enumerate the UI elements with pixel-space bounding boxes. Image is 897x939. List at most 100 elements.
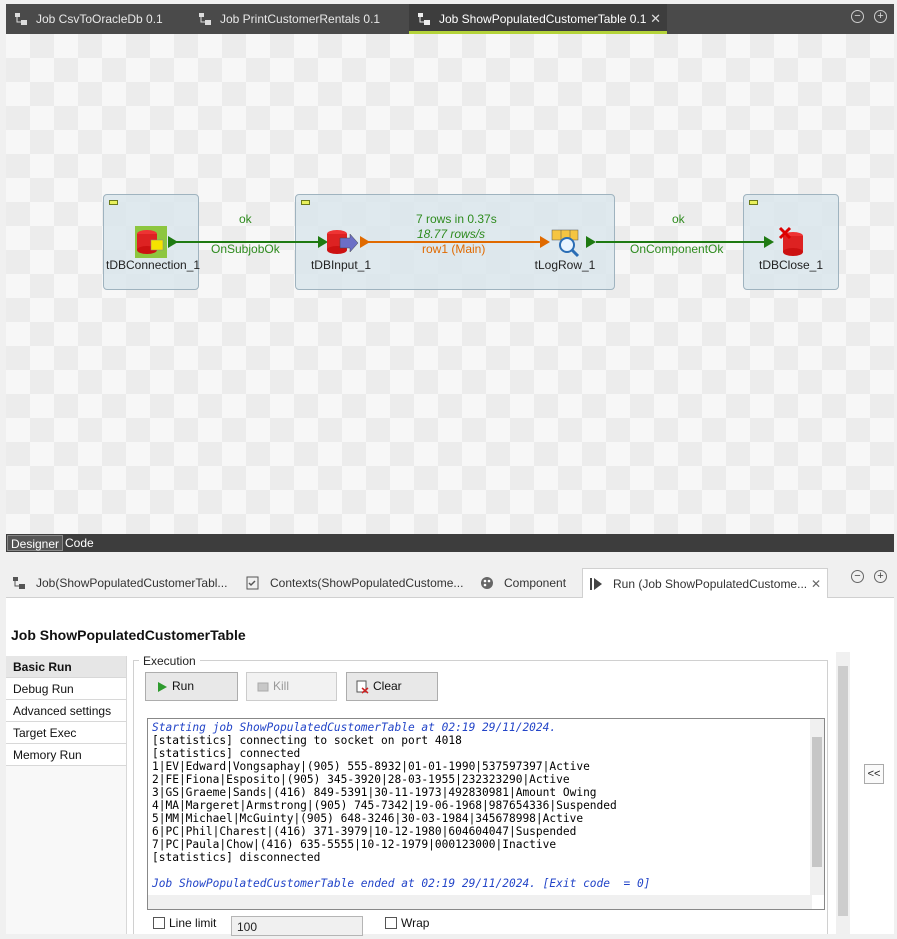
- kill-icon: [257, 682, 269, 692]
- tab-run[interactable]: Run (Job ShowPopulatedCustome... ✕: [582, 568, 828, 598]
- console-line: [statistics] connected: [152, 747, 301, 760]
- tab-label: Component: [504, 576, 567, 590]
- execution-legend: Execution: [139, 654, 200, 668]
- minimize-icon[interactable]: −: [851, 10, 864, 23]
- job-icon: [15, 13, 27, 25]
- component-label: tDBClose_1: [758, 258, 824, 272]
- clear-button[interactable]: Clear: [346, 672, 438, 701]
- run-job-title: Job ShowPopulatedCustomerTable: [11, 627, 246, 643]
- console-vertical-scrollbar[interactable]: [810, 719, 824, 895]
- tab-label: Contexts(ShowPopulatedCustome...: [270, 576, 464, 590]
- console-line: [statistics] disconnected: [152, 851, 321, 864]
- tab-job[interactable]: Job(ShowPopulatedCustomerTabl...: [6, 568, 236, 598]
- run-icon: [590, 578, 602, 590]
- editor-tab-label: Job CsvToOracleDb 0.1: [36, 12, 163, 26]
- console-line: 3|GS|Graeme|Sands|(416) 849-5391|30-11-1…: [152, 786, 597, 799]
- editor-tab-showpopulatedcustomertable[interactable]: Job ShowPopulatedCustomerTable 0.1 ✕: [409, 4, 667, 34]
- line-limit-checkbox[interactable]: Line limit: [153, 916, 216, 930]
- component-ok-label: ok: [672, 212, 685, 226]
- connection-end-icon: [540, 236, 550, 248]
- console-output[interactable]: Starting job ShowPopulatedCustomerTable …: [147, 718, 825, 910]
- console-line: 1|EV|Edward|Vongsaphay|(905) 555-8932|01…: [152, 760, 590, 773]
- db-close-icon[interactable]: [778, 226, 803, 256]
- component-label: tDBInput_1: [310, 258, 372, 272]
- editor-tab-printcustomerrentals[interactable]: Job PrintCustomerRentals 0.1: [190, 4, 410, 34]
- console-horizontal-scrollbar[interactable]: [148, 895, 812, 909]
- panel-vertical-scrollbar[interactable]: [836, 652, 850, 934]
- onsubjobok-label: OnSubjobOk: [211, 242, 280, 256]
- panel-tab-bar: Job(ShowPopulatedCustomerTabl... Context…: [6, 564, 894, 598]
- wrap-label: Wrap: [401, 916, 430, 930]
- editor-tab-csvtooracledb[interactable]: Job CsvToOracleDb 0.1: [6, 4, 186, 34]
- component-icon: [481, 577, 493, 589]
- tab-code[interactable]: Code: [62, 535, 97, 551]
- scroll-thumb[interactable]: [812, 737, 822, 867]
- job-designer-canvas[interactable]: tDBConnection_1 tDBInput_1 tLogRow_1 tDB…: [6, 34, 894, 534]
- connection-start-icon: [586, 236, 596, 248]
- kill-button-label: Kill: [273, 679, 290, 693]
- checkbox-box[interactable]: [153, 917, 165, 929]
- tab-designer[interactable]: Designer: [7, 535, 64, 551]
- subjob-ok-label: ok: [239, 212, 252, 226]
- designer-code-tabs: Designer Code: [6, 534, 894, 552]
- console-line: 5|MM|Michael|McGuinty|(905) 648-3246|30-…: [152, 812, 584, 825]
- tab-contexts[interactable]: Contexts(ShowPopulatedCustome...: [240, 568, 468, 598]
- editor-tab-label: Job ShowPopulatedCustomerTable 0.1: [439, 12, 647, 26]
- side-item-advanced-settings[interactable]: Advanced settings: [6, 700, 126, 722]
- row-stats-count: 7 rows in 0.37s: [416, 212, 497, 226]
- db-input-icon[interactable]: [327, 230, 359, 254]
- run-button-label: Run: [172, 679, 195, 693]
- db-connection-icon[interactable]: [135, 226, 167, 258]
- component-label: tLogRow_1: [534, 258, 596, 272]
- job-icon: [418, 13, 430, 25]
- tab-label: Job(ShowPopulatedCustomerTabl...: [36, 576, 228, 590]
- side-item-basic-run[interactable]: Basic Run: [6, 656, 126, 678]
- side-item-memory-run[interactable]: Memory Run: [6, 744, 126, 766]
- scroll-thumb[interactable]: [838, 666, 848, 916]
- close-icon[interactable]: ✕: [811, 569, 821, 599]
- editor-tab-bar: Job CsvToOracleDb 0.1 Job PrintCustomerR…: [6, 4, 894, 34]
- console-line: [statistics] connecting to socket on por…: [152, 734, 462, 747]
- editor-tab-label: Job PrintCustomerRentals 0.1: [220, 12, 381, 26]
- component-label: tDBConnection_1: [106, 258, 201, 272]
- console-line: 4|MA|Margeret|Armstrong|(905) 745-7342|1…: [152, 799, 617, 812]
- tab-label: Run (Job ShowPopulatedCustome...: [613, 577, 808, 591]
- collapse-button[interactable]: <<: [864, 764, 884, 784]
- run-button[interactable]: Run: [145, 672, 238, 701]
- run-panel: Job ShowPopulatedCustomerTable Basic Run…: [6, 598, 894, 936]
- wrap-checkbox[interactable]: Wrap: [385, 916, 429, 930]
- row1-main-label: row1 (Main): [422, 242, 486, 256]
- connection-start-icon: [168, 236, 178, 248]
- maximize-icon[interactable]: +: [874, 10, 887, 23]
- connection-end-icon: [318, 236, 328, 248]
- side-item-target-exec[interactable]: Target Exec: [6, 722, 126, 744]
- oncomponentok-label: OnComponentOk: [630, 242, 724, 256]
- console-line: 2|FE|Fiona|Esposito|(905) 345-3920|28-03…: [152, 773, 570, 786]
- connection-end-icon: [764, 236, 774, 248]
- line-limit-input[interactable]: 100: [231, 916, 363, 936]
- job-icon: [13, 577, 25, 589]
- close-icon[interactable]: ✕: [650, 4, 661, 34]
- kill-button[interactable]: Kill: [246, 672, 337, 701]
- console-line: 6|PC|Phil|Charest|(416) 371-3979|10-12-1…: [152, 825, 577, 838]
- console-line: 7|PC|Paula|Chow|(416) 635-5555|10-12-197…: [152, 838, 557, 851]
- clear-button-label: Clear: [373, 679, 402, 693]
- console-lines: Starting job ShowPopulatedCustomerTable …: [152, 721, 650, 890]
- run-mode-list: Basic Run Debug Run Advanced settings Ta…: [6, 656, 127, 934]
- row-stats-rate: 18.77 rows/s: [417, 227, 486, 241]
- clear-icon: [356, 680, 369, 694]
- console-line: Job ShowPopulatedCustomerTable ended at …: [152, 877, 651, 890]
- job-icon: [199, 13, 211, 25]
- checkbox-box[interactable]: [385, 917, 397, 929]
- log-row-icon[interactable]: [551, 229, 580, 258]
- maximize-icon[interactable]: +: [874, 570, 887, 583]
- console-line: Starting job ShowPopulatedCustomerTable …: [152, 721, 557, 734]
- minimize-icon[interactable]: −: [851, 570, 864, 583]
- contexts-icon: [246, 576, 259, 590]
- line-limit-label: Line limit: [169, 916, 217, 930]
- play-icon: [158, 682, 167, 692]
- tab-component[interactable]: Component: [474, 568, 579, 598]
- side-item-debug-run[interactable]: Debug Run: [6, 678, 126, 700]
- connection-start-icon: [360, 236, 370, 248]
